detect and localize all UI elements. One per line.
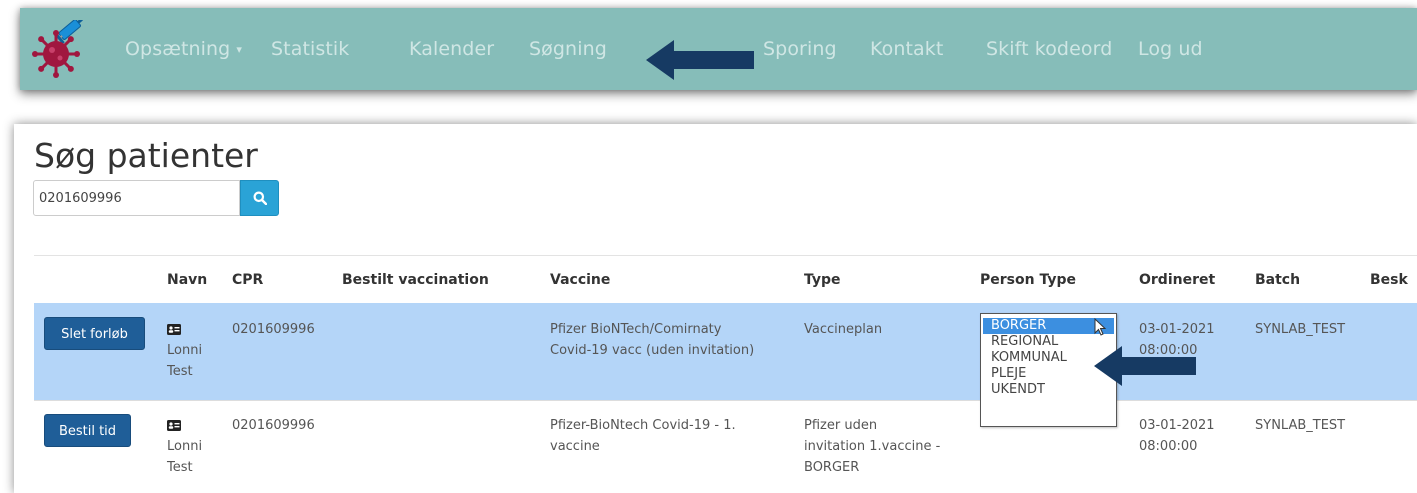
nav-item-soegning[interactable]: Søgning bbox=[529, 38, 607, 60]
type-cell: Vaccineplan bbox=[804, 322, 883, 337]
patient-first-name: Lonni bbox=[167, 343, 203, 358]
id-card-icon bbox=[167, 420, 181, 431]
bestil-tid-button[interactable]: Bestil tid bbox=[44, 414, 131, 447]
mouse-cursor-icon bbox=[1094, 318, 1107, 336]
nav-item-kontakt[interactable]: Kontakt bbox=[870, 38, 943, 60]
nav-item-skift-kodeord[interactable]: Skift kodeord bbox=[986, 38, 1112, 60]
nav-item-log-ud[interactable]: Log ud bbox=[1138, 38, 1203, 60]
column-header-cpr: CPR bbox=[232, 272, 264, 288]
nav-item-opsaetning[interactable]: Opsætning ▾ bbox=[125, 38, 242, 60]
ordineret-date: 03-01-2021 bbox=[1139, 322, 1215, 337]
column-header-ordineret: Ordineret bbox=[1139, 272, 1216, 288]
patient-first-name: Lonni bbox=[167, 439, 203, 454]
type-cell-line1: Pfizer uden bbox=[804, 418, 878, 433]
batch-cell: SYNLAB_TEST bbox=[1255, 322, 1346, 337]
search-input[interactable] bbox=[33, 180, 240, 216]
nav-item-sporing[interactable]: Sporing bbox=[763, 38, 837, 60]
batch-cell: SYNLAB_TEST bbox=[1255, 418, 1346, 433]
row-divider bbox=[34, 400, 1417, 401]
annotation-arrow-icon bbox=[646, 40, 756, 84]
search-icon bbox=[253, 191, 267, 205]
type-cell-line3: BORGER bbox=[804, 460, 860, 475]
cpr-cell: 0201609996 bbox=[232, 322, 315, 337]
caret-down-icon: ▾ bbox=[236, 43, 242, 56]
nav-item-statistik[interactable]: Statistik bbox=[271, 38, 349, 60]
annotation-arrow-icon bbox=[1094, 346, 1198, 390]
search-panel: Søg patienter Navn CPR Bestilt vaccinati… bbox=[14, 124, 1417, 493]
column-header-person-type: Person Type bbox=[980, 272, 1076, 288]
column-header-beskrivelse: Besk bbox=[1370, 272, 1408, 288]
vaccine-cell-line2: vaccine bbox=[550, 439, 600, 454]
ordineret-time: 08:00:00 bbox=[1139, 439, 1198, 454]
id-card-icon bbox=[167, 324, 181, 335]
patient-last-name: Test bbox=[167, 364, 193, 379]
column-header-type: Type bbox=[804, 272, 841, 288]
column-header-vaccine: Vaccine bbox=[550, 272, 611, 288]
page-title: Søg patienter bbox=[34, 136, 258, 175]
type-cell-line2: invitation 1.vaccine - bbox=[804, 439, 941, 454]
top-navbar: Opsætning ▾ Statistik Kalender Søgning Sp… bbox=[20, 8, 1417, 90]
vaccine-cell-line1: Pfizer BioNTech/Comirnaty bbox=[550, 322, 722, 337]
ordineret-date: 03-01-2021 bbox=[1139, 418, 1215, 433]
vaccine-cell-line1: Pfizer-BioNtech Covid-19 - 1. bbox=[550, 418, 736, 433]
column-header-navn: Navn bbox=[167, 272, 208, 288]
column-header-bestilt-vaccination: Bestilt vaccination bbox=[342, 272, 489, 288]
patient-last-name: Test bbox=[167, 460, 193, 475]
slet-forloeb-button[interactable]: Slet forløb bbox=[44, 317, 145, 350]
search-button[interactable] bbox=[240, 180, 279, 216]
table-top-divider bbox=[34, 255, 1417, 256]
virus-syringe-logo[interactable] bbox=[32, 18, 94, 78]
column-header-batch: Batch bbox=[1255, 272, 1301, 288]
cpr-cell: 0201609996 bbox=[232, 418, 315, 433]
vaccine-cell-line2: Covid-19 vacc (uden invitation) bbox=[550, 343, 755, 358]
nav-item-kalender[interactable]: Kalender bbox=[409, 38, 494, 60]
